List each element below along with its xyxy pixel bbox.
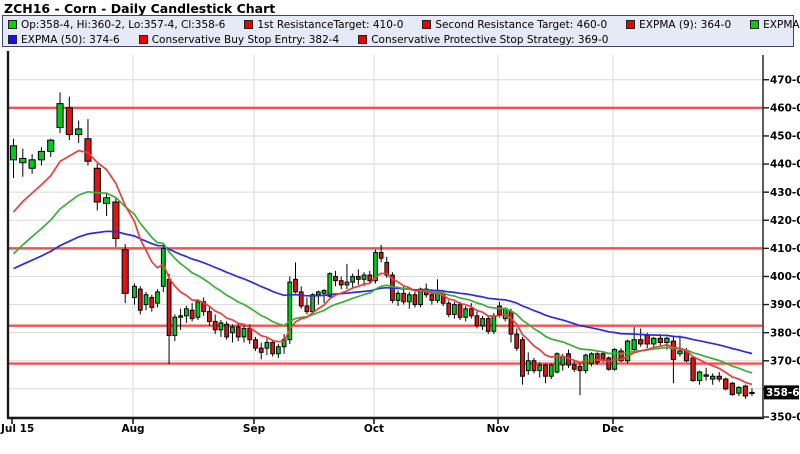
current-price-label: 358-6 xyxy=(764,385,800,399)
price-chart-canvas[interactable]: Jul 15 Aug Sep Oct Nov Dec 350-0 370-0 380-0 390-… xyxy=(0,0,800,454)
svg-text:Oct: Oct xyxy=(364,423,384,435)
svg-text:Sep: Sep xyxy=(243,423,266,435)
svg-text:Nov: Nov xyxy=(487,423,510,435)
svg-text:390-0: 390-0 xyxy=(770,299,800,311)
candlestick-chart-app: { "title": "ZCH16 - Corn - Daily Candles… xyxy=(0,0,800,454)
svg-text:370-0: 370-0 xyxy=(770,355,800,367)
svg-text:Aug: Aug xyxy=(121,423,144,435)
svg-text:Jul 15: Jul 15 xyxy=(0,423,34,435)
strategy-lines xyxy=(8,108,763,364)
x-axis-labels: Jul 15 Aug Sep Oct Nov Dec xyxy=(0,423,624,435)
svg-text:470-0: 470-0 xyxy=(770,74,800,86)
svg-text:Dec: Dec xyxy=(602,423,624,435)
svg-text:450-0: 450-0 xyxy=(770,131,800,143)
svg-text:410-0: 410-0 xyxy=(770,243,800,255)
svg-text:440-0: 440-0 xyxy=(770,159,800,171)
y-axis-labels: 350-0 370-0 380-0 390-0 400-0 410-0 420-0 430-0… xyxy=(770,74,800,423)
svg-text:380-0: 380-0 xyxy=(770,327,800,339)
svg-text:400-0: 400-0 xyxy=(770,271,800,283)
svg-text:350-0: 350-0 xyxy=(770,412,800,424)
svg-text:420-0: 420-0 xyxy=(770,215,800,227)
svg-text:430-0: 430-0 xyxy=(770,187,800,199)
svg-text:358-6: 358-6 xyxy=(766,387,800,399)
candles xyxy=(10,92,754,398)
svg-text:460-0: 460-0 xyxy=(770,102,800,114)
